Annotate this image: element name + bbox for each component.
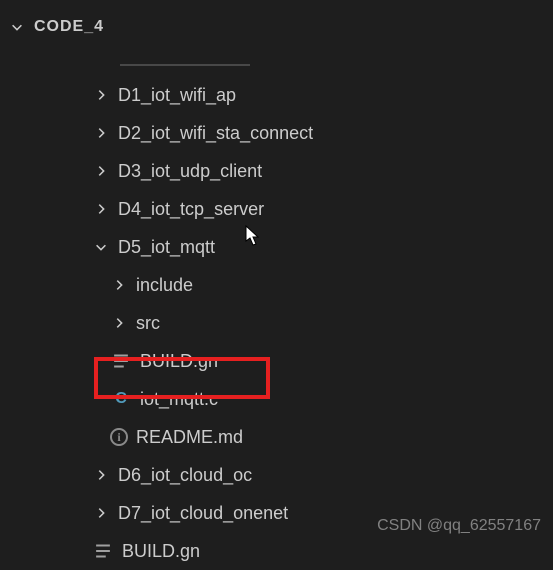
- tree-item[interactable]: Ciot_mqtt.c: [0, 380, 553, 418]
- tree-item[interactable]: BUILD.gn: [0, 532, 553, 570]
- build-file-icon: [110, 350, 132, 372]
- tree-item-label: BUILD.gn: [122, 541, 200, 562]
- tree-item[interactable]: include: [0, 266, 553, 304]
- tree-item-label: BUILD.gn: [140, 351, 218, 372]
- truncated-item: [120, 46, 250, 66]
- tree-item-label: D5_iot_mqtt: [118, 237, 215, 258]
- chevron-right-icon: [92, 86, 110, 104]
- tree-item[interactable]: D2_iot_wifi_sta_connect: [0, 114, 553, 152]
- chevron-right-icon: [92, 124, 110, 142]
- root-folder[interactable]: CODE_4: [0, 8, 553, 46]
- chevron-down-icon: [92, 238, 110, 256]
- tree-item[interactable]: D1_iot_wifi_ap: [0, 76, 553, 114]
- chevron-right-icon: [92, 466, 110, 484]
- root-label: CODE_4: [34, 18, 104, 36]
- tree-item-label: D2_iot_wifi_sta_connect: [118, 123, 313, 144]
- chevron-right-icon: [110, 276, 128, 294]
- tree-item[interactable]: D5_iot_mqtt: [0, 228, 553, 266]
- tree-item-label: README.md: [136, 427, 243, 448]
- tree-item-label: D7_iot_cloud_onenet: [118, 503, 288, 524]
- tree-item[interactable]: D6_iot_cloud_oc: [0, 456, 553, 494]
- info-file-icon: i: [110, 428, 128, 446]
- tree-item[interactable]: src: [0, 304, 553, 342]
- tree-item-label: include: [136, 275, 193, 296]
- tree-item[interactable]: D3_iot_udp_client: [0, 152, 553, 190]
- tree-item-label: D6_iot_cloud_oc: [118, 465, 252, 486]
- chevron-right-icon: [92, 162, 110, 180]
- tree-item-label: D4_iot_tcp_server: [118, 199, 264, 220]
- chevron-down-icon: [8, 18, 26, 36]
- build-file-icon: [92, 540, 114, 562]
- tree-item[interactable]: BUILD.gn: [0, 342, 553, 380]
- file-explorer-tree: CODE_4 D1_iot_wifi_ap D2_iot_wifi_sta_con…: [0, 0, 553, 570]
- tree-item[interactable]: i README.md: [0, 418, 553, 456]
- tree-item-label: src: [136, 313, 160, 334]
- chevron-right-icon: [110, 314, 128, 332]
- tree-item-label: D3_iot_udp_client: [118, 161, 262, 182]
- tree-item-label: D1_iot_wifi_ap: [118, 85, 236, 106]
- chevron-right-icon: [92, 200, 110, 218]
- chevron-right-icon: [92, 504, 110, 522]
- c-file-icon: C: [110, 388, 132, 410]
- tree-item[interactable]: D4_iot_tcp_server: [0, 190, 553, 228]
- tree-item-label: iot_mqtt.c: [140, 389, 218, 410]
- watermark-text: CSDN @qq_62557167: [377, 517, 541, 535]
